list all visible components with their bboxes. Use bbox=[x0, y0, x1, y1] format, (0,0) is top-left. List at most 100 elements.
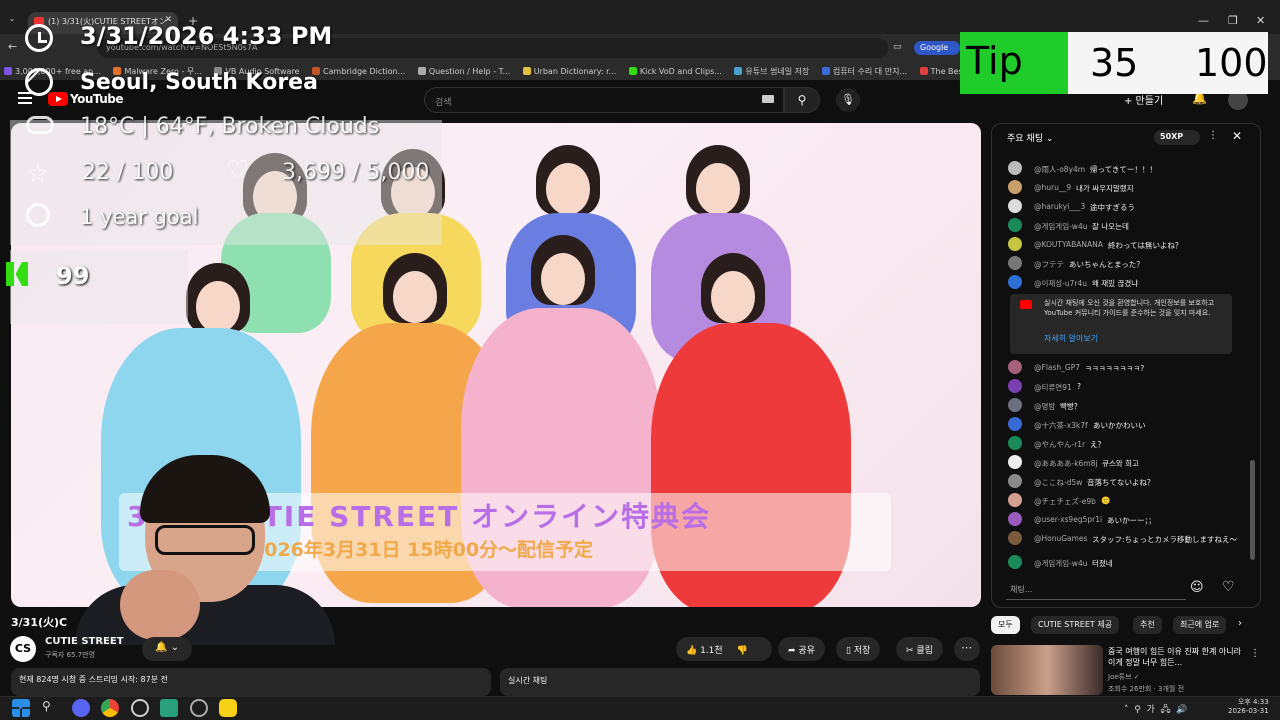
chip-recent[interactable]: 최근에 업로 bbox=[1173, 616, 1227, 634]
like-icon[interactable]: 👍 bbox=[686, 646, 700, 656]
chat-author[interactable]: @티류연91 bbox=[1034, 382, 1072, 393]
channel-name[interactable]: CUTIE STREET bbox=[45, 636, 124, 647]
chat-close-icon[interactable]: ✕ bbox=[1232, 129, 1242, 143]
chat-avatar[interactable] bbox=[1008, 512, 1022, 526]
close-window-button[interactable]: ✕ bbox=[1256, 14, 1265, 27]
recommended-video-channel[interactable]: Joe튜브 ✓ bbox=[1108, 672, 1140, 682]
recommended-video-title[interactable]: 중국 여행이 힘든 이유 진짜 한계 아니라 이게 정말 너무 힘든... bbox=[1108, 646, 1248, 668]
chat-avatar[interactable] bbox=[1008, 493, 1022, 507]
tab-search-button[interactable]: ⌄ bbox=[4, 14, 20, 28]
chat-author[interactable]: @雨人-o8y4m bbox=[1034, 164, 1085, 175]
viewers-info[interactable]: 현재 824명 시청 중 스트리밍 시작: 87분 전 bbox=[11, 668, 491, 696]
bookmark-item[interactable]: Kick VoD and Clips... bbox=[628, 67, 722, 76]
chrome-icon[interactable] bbox=[101, 699, 119, 717]
chat-more-icon[interactable]: ⋮ bbox=[1208, 130, 1218, 141]
chip-recommended[interactable]: 추천 bbox=[1133, 616, 1162, 634]
system-tray[interactable]: ˄ ⚲ 가 🖧 🔊 bbox=[1124, 702, 1188, 718]
kakaotalk-icon[interactable] bbox=[219, 699, 237, 717]
chat-author[interactable]: @KOUTYABANANA bbox=[1034, 240, 1103, 249]
bookmark-item[interactable]: Cambridge Diction... bbox=[312, 67, 405, 76]
chat-input[interactable]: 채팅... bbox=[1006, 578, 1186, 600]
bookmark-item[interactable]: Urban Dictionary: r... bbox=[522, 67, 616, 76]
chat-author[interactable]: @十六茶-x3k7f bbox=[1034, 420, 1088, 431]
chat-author[interactable]: @user-xs9eg5pr1i bbox=[1034, 515, 1102, 524]
steam-icon[interactable] bbox=[190, 699, 208, 717]
chat-avatar[interactable] bbox=[1008, 256, 1022, 270]
chat-avatar[interactable] bbox=[1008, 360, 1022, 374]
recommended-more-icon[interactable]: ⋮ bbox=[1250, 648, 1260, 659]
search-icon[interactable]: ⚲ bbox=[42, 699, 60, 717]
chip-channel[interactable]: CUTIE STREET 제공 bbox=[1031, 616, 1120, 634]
chat-avatar[interactable] bbox=[1008, 218, 1022, 232]
chat-author[interactable]: @huru__9 bbox=[1034, 183, 1071, 192]
chat-author[interactable]: @명밤 bbox=[1034, 401, 1055, 412]
channel-avatar[interactable]: CS bbox=[10, 636, 36, 662]
chat-avatar[interactable] bbox=[1008, 474, 1022, 488]
chat-mode-dropdown[interactable]: 주요 채팅 ⌄ bbox=[1007, 131, 1053, 144]
back-arrow-icon[interactable]: ← bbox=[8, 40, 17, 53]
app-icon[interactable] bbox=[160, 699, 178, 717]
maximize-button[interactable]: ❐ bbox=[1228, 14, 1238, 27]
chat-author[interactable]: @HonuGames bbox=[1034, 534, 1087, 543]
chat-avatar[interactable] bbox=[1008, 455, 1022, 469]
heart-react-icon[interactable]: ♡ bbox=[1222, 579, 1235, 595]
chat-author[interactable]: @フテテ bbox=[1034, 259, 1064, 270]
bookmark-item[interactable]: 컴퓨터 수리 대 만지... bbox=[821, 66, 907, 77]
obs-icon[interactable] bbox=[131, 699, 149, 717]
cloud-icon bbox=[26, 116, 54, 134]
clip-button[interactable]: ✂ 클립 bbox=[896, 637, 943, 661]
taskbar-clock[interactable]: 오후 4:33 2026-03-31 bbox=[1228, 698, 1269, 716]
menu-hamburger-icon[interactable] bbox=[18, 92, 32, 104]
chat-author[interactable]: @ここね-d5w bbox=[1034, 477, 1082, 488]
xp-badge[interactable]: 50XP bbox=[1154, 130, 1200, 145]
chat-avatar[interactable] bbox=[1008, 531, 1022, 545]
chat-avatar[interactable] bbox=[1008, 199, 1022, 213]
chat-author[interactable]: @ああああ-k6m8j bbox=[1034, 458, 1097, 469]
chat-author[interactable]: @이재성-u7r4u bbox=[1034, 278, 1087, 289]
share-button[interactable]: ➦ 공유 bbox=[778, 637, 825, 661]
chat-author[interactable]: @やんやん-r1r bbox=[1034, 439, 1085, 450]
chat-scrollbar[interactable] bbox=[1250, 460, 1255, 560]
emoji-icon[interactable]: ☺ bbox=[1190, 580, 1204, 595]
chat-avatar[interactable] bbox=[1008, 275, 1022, 289]
cast-icon[interactable]: ▭ bbox=[893, 42, 902, 52]
chat-author[interactable]: @Flash_GP7 bbox=[1034, 363, 1080, 372]
dislike-icon[interactable]: 👎 bbox=[737, 646, 748, 656]
search-icon[interactable]: ⚲ bbox=[784, 87, 820, 113]
create-button[interactable]: + 만들기 bbox=[1124, 92, 1163, 107]
recommended-video-thumbnail[interactable] bbox=[991, 645, 1103, 695]
more-actions-icon[interactable]: ⋯ bbox=[954, 637, 980, 661]
minimize-button[interactable]: — bbox=[1198, 14, 1209, 27]
chat-avatar[interactable] bbox=[1008, 555, 1022, 569]
chat-avatar[interactable] bbox=[1008, 180, 1022, 194]
subscribe-bell-button[interactable]: 🔔 ⌄ bbox=[142, 637, 192, 661]
like-count: 1.1천 bbox=[700, 646, 723, 656]
discord-icon[interactable] bbox=[72, 699, 90, 717]
live-chat-toggle-button[interactable]: 실시간 채팅 bbox=[500, 668, 980, 696]
chat-avatar[interactable] bbox=[1008, 379, 1022, 393]
chevron-right-icon[interactable]: › bbox=[1238, 618, 1242, 629]
chat-avatar[interactable] bbox=[1008, 161, 1022, 175]
save-button[interactable]: ▯ 저장 bbox=[836, 637, 881, 661]
search-input[interactable]: 검색 bbox=[424, 87, 784, 113]
chat-author[interactable]: @게임게임-w4u bbox=[1034, 221, 1087, 232]
chat-avatar[interactable] bbox=[1008, 398, 1022, 412]
bookmark-item[interactable]: 유튜브 썸네일 저장 bbox=[734, 66, 809, 77]
chat-avatar[interactable] bbox=[1008, 417, 1022, 431]
chip-all[interactable]: 모두 bbox=[991, 616, 1020, 634]
google-profile-button[interactable]: Google bbox=[914, 41, 960, 55]
bookmark-item[interactable]: Question / Help - T... bbox=[417, 67, 510, 76]
globe-icon bbox=[25, 68, 53, 96]
notice-learn-more-link[interactable]: 자세히 알아보기 bbox=[1044, 333, 1098, 344]
chat-avatar[interactable] bbox=[1008, 237, 1022, 251]
like-dislike-button[interactable]: 👍 1.1천 👎 bbox=[676, 637, 772, 661]
chat-author[interactable]: @チェチェズ-e9b bbox=[1034, 496, 1096, 507]
chat-author[interactable]: @게임게임-w4u bbox=[1034, 558, 1087, 569]
youtube-logo-icon[interactable] bbox=[48, 92, 68, 106]
keyboard-icon[interactable] bbox=[762, 95, 774, 103]
chat-avatar[interactable] bbox=[1008, 436, 1022, 450]
ime-indicator[interactable]: 가 bbox=[1147, 705, 1155, 715]
microphone-icon[interactable]: 🎙 bbox=[836, 88, 860, 112]
bookmark-item[interactable]: The Best bbox=[919, 67, 966, 76]
chat-author[interactable]: @harukyi___3 bbox=[1034, 202, 1085, 211]
